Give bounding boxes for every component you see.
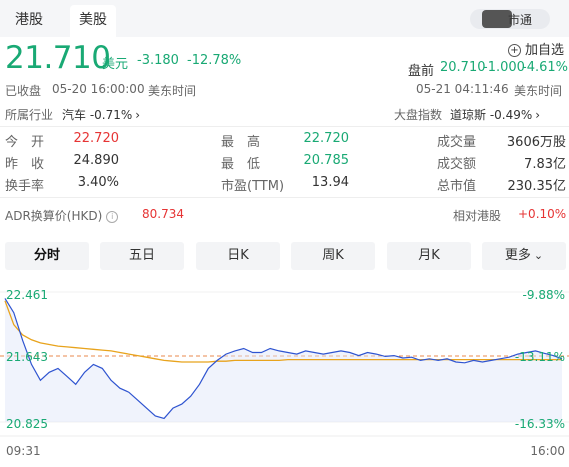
relative-hk-label: 相对港股: [453, 209, 502, 223]
open-value: 22.720: [73, 131, 120, 146]
prev-close-label: 昨 收: [5, 157, 45, 172]
add-watchlist-button[interactable]: + 加自选: [508, 39, 564, 58]
premarket-timezone: 美东时间: [514, 84, 563, 98]
plus-icon: +: [508, 44, 521, 57]
tab-five-day[interactable]: 五日: [100, 242, 184, 270]
premarket-price: 20.710: [440, 60, 486, 75]
volume-label: 成交量: [437, 135, 477, 150]
market-cap-value: 230.35亿: [507, 179, 567, 194]
premarket-change-pct: -4.61%: [522, 60, 568, 75]
close-time: 05-20 16:00:00: [52, 82, 145, 96]
adr-label: ADR换算价(HKD): [5, 209, 103, 223]
tab-more[interactable]: 更多 ⌄: [482, 242, 566, 270]
x-end-label: 16:00: [530, 444, 565, 458]
tab-hk-stocks[interactable]: 港股: [4, 5, 54, 37]
turnover-rate-label: 换手率: [5, 179, 45, 194]
turnover-label: 成交额: [437, 157, 477, 172]
more-label: 更多: [504, 248, 531, 263]
industry-label: 所属行业: [5, 108, 54, 122]
market-cap-label: 总市值: [437, 179, 477, 194]
low-value: 20.785: [303, 153, 350, 168]
industry-value: 汽车 -0.71%: [62, 108, 133, 122]
price-currency: 美元: [102, 57, 129, 72]
adr-label-wrap: ADR换算价(HKD) i: [5, 207, 119, 224]
divider: [0, 197, 569, 198]
low-label: 最 低: [221, 157, 261, 172]
premarket-time: 05-21 04:11:46: [416, 82, 509, 96]
tab-us-stocks[interactable]: 美股: [70, 5, 116, 37]
y-top-label: 22.461: [6, 288, 48, 302]
x-start-label: 09:31: [6, 444, 41, 458]
tab-monthly-k[interactable]: 月K: [387, 242, 471, 270]
tab-weekly-k[interactable]: 周K: [291, 242, 375, 270]
y-mid-label: 21.643: [6, 350, 48, 364]
pct-top-label: -9.88%: [523, 288, 565, 302]
price-change: -3.180: [137, 53, 179, 68]
high-label: 最 高: [221, 135, 261, 150]
volume-value: 3606万股: [506, 135, 566, 150]
open-label: 今 开: [5, 135, 45, 150]
chevron-right-icon: ›: [535, 108, 541, 122]
pct-mid-label: -13.11%: [515, 350, 565, 364]
adr-value: 80.734: [142, 207, 184, 221]
tab-intraday[interactable]: 分时: [5, 242, 89, 270]
premarket-label: 盘前: [408, 64, 435, 79]
close-timezone: 美东时间: [148, 84, 197, 98]
index-link[interactable]: 道琼斯 -0.49% ›: [450, 106, 540, 123]
index-value: 道琼斯 -0.49%: [450, 108, 533, 122]
info-icon[interactable]: i: [106, 211, 119, 223]
add-watchlist-label: 加自选: [525, 43, 565, 58]
last-price: 21.710: [5, 40, 111, 76]
market-status: 已收盘: [5, 84, 42, 98]
intraday-chart[interactable]: 22.461 21.643 20.825 -9.88% -13.11% -16.…: [0, 285, 569, 467]
high-value: 22.720: [303, 131, 350, 146]
tab-daily-k[interactable]: 日K: [196, 242, 280, 270]
y-bottom-label: 20.825: [6, 417, 48, 431]
relative-hk-value: +0.10%: [518, 207, 567, 221]
pct-bottom-label: -16.33%: [515, 417, 565, 431]
premarket-change: -1.000: [483, 60, 525, 75]
prev-close-value: 24.890: [73, 153, 120, 168]
turnover-rate-value: 3.40%: [77, 175, 119, 190]
index-label: 大盘指数: [394, 108, 443, 122]
price-change-pct: -12.78%: [187, 53, 242, 68]
chevron-right-icon: ›: [135, 108, 141, 122]
turnover-value: 7.83亿: [524, 157, 566, 172]
industry-link[interactable]: 汽车 -0.71% ›: [62, 106, 140, 123]
divider: [0, 126, 569, 127]
chevron-down-icon: ⌄: [533, 249, 544, 262]
pe-label: 市盈(TTM): [221, 179, 285, 194]
pe-value: 13.94: [311, 175, 349, 190]
toggle-label: 市通: [508, 13, 533, 27]
